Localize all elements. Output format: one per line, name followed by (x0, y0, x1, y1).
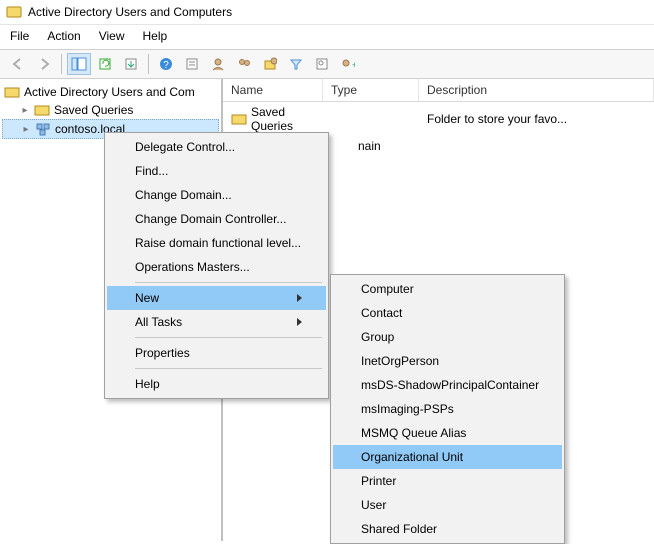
mi-operations-masters[interactable]: Operations Masters... (107, 255, 326, 279)
context-menu: Delegate Control... Find... Change Domai… (104, 132, 329, 399)
smi-msmq[interactable]: MSMQ Queue Alias (333, 421, 562, 445)
cell-name: Saved Queries (251, 105, 315, 133)
svg-text:?: ? (163, 60, 169, 71)
svg-text:+: + (352, 60, 355, 70)
expander-icon[interactable]: ▸ (20, 105, 30, 116)
tree-root[interactable]: Active Directory Users and Com (2, 83, 219, 101)
column-header-name[interactable]: Name (223, 79, 323, 101)
refresh-button[interactable] (93, 53, 117, 75)
separator-icon (148, 54, 149, 74)
cell-description: Folder to store your favo... (419, 104, 654, 134)
mi-all-tasks[interactable]: All Tasks (107, 310, 326, 334)
new-group-button[interactable] (232, 53, 256, 75)
window-title: Active Directory Users and Computers (28, 5, 232, 19)
find-button[interactable] (310, 53, 334, 75)
mi-help[interactable]: Help (107, 372, 326, 396)
smi-computer[interactable]: Computer (333, 277, 562, 301)
menu-view[interactable]: View (99, 29, 125, 43)
back-button[interactable] (6, 53, 30, 75)
context-submenu-new: Computer Contact Group InetOrgPerson msD… (330, 274, 565, 544)
mi-delegate-control[interactable]: Delegate Control... (107, 135, 326, 159)
tree-saved-queries[interactable]: ▸ Saved Queries (2, 101, 219, 119)
tree-root-label: Active Directory Users and Com (24, 85, 195, 99)
cell-name-fragment: nain (358, 139, 381, 153)
folder-icon (34, 102, 50, 118)
smi-group[interactable]: Group (333, 325, 562, 349)
menu-action[interactable]: Action (47, 29, 80, 43)
smi-shadowprincipal[interactable]: msDS-ShadowPrincipalContainer (333, 373, 562, 397)
folder-icon (231, 111, 247, 127)
menu-help[interactable]: Help (143, 29, 168, 43)
menu-separator (135, 337, 322, 338)
menu-separator (135, 368, 322, 369)
mi-change-domain[interactable]: Change Domain... (107, 183, 326, 207)
smi-user[interactable]: User (333, 493, 562, 517)
expander-icon[interactable]: ▸ (21, 124, 31, 135)
domain-icon (35, 121, 51, 137)
menu-bar: File Action View Help (0, 25, 654, 49)
smi-printer[interactable]: Printer (333, 469, 562, 493)
menu-file[interactable]: File (10, 29, 29, 43)
mi-new[interactable]: New (107, 286, 326, 310)
smi-shared-folder[interactable]: Shared Folder (333, 517, 562, 541)
app-icon (6, 4, 22, 20)
properties-button[interactable] (180, 53, 204, 75)
export-list-button[interactable] (119, 53, 143, 75)
list-row[interactable]: Saved Queries Folder to store your favo.… (223, 102, 654, 136)
list-header: Name Type Description (223, 79, 654, 102)
help-button[interactable]: ? (154, 53, 178, 75)
smi-organizational-unit[interactable]: Organizational Unit (333, 445, 562, 469)
filter-button[interactable] (284, 53, 308, 75)
mi-properties[interactable]: Properties (107, 341, 326, 365)
mi-raise-level[interactable]: Raise domain functional level... (107, 231, 326, 255)
mi-change-dc[interactable]: Change Domain Controller... (107, 207, 326, 231)
tree-saved-queries-label: Saved Queries (54, 103, 133, 117)
toolbar: ? + (0, 49, 654, 79)
smi-inetorgperson[interactable]: InetOrgPerson (333, 349, 562, 373)
add-to-group-button[interactable]: + (336, 53, 360, 75)
forward-button[interactable] (32, 53, 56, 75)
mi-find[interactable]: Find... (107, 159, 326, 183)
column-header-type[interactable]: Type (323, 79, 419, 101)
menu-separator (135, 282, 322, 283)
separator-icon (61, 54, 62, 74)
column-header-description[interactable]: Description (419, 79, 654, 101)
show-tree-button[interactable] (67, 53, 91, 75)
smi-contact[interactable]: Contact (333, 301, 562, 325)
title-bar: Active Directory Users and Computers (0, 0, 654, 25)
new-ou-button[interactable] (258, 53, 282, 75)
cell-type (323, 104, 419, 134)
smi-msimaging[interactable]: msImaging-PSPs (333, 397, 562, 421)
new-user-button[interactable] (206, 53, 230, 75)
folder-icon (4, 84, 20, 100)
